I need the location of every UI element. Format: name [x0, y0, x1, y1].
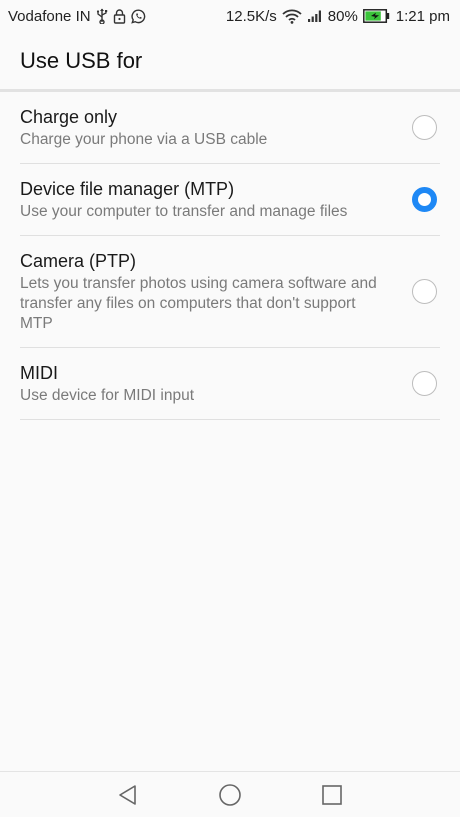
- option-title: Device file manager (MTP): [20, 179, 235, 199]
- navigation-bar: [0, 771, 460, 817]
- option-subtitle: Use your computer to transfer and manage…: [20, 203, 348, 220]
- option-camera-ptp[interactable]: Camera (PTP) Lets you transfer photos us…: [20, 236, 440, 348]
- usb-options-list: Charge only Charge your phone via a USB …: [20, 92, 440, 420]
- signal-icon: [307, 9, 323, 23]
- battery-icon: [362, 9, 390, 23]
- back-icon: [119, 784, 136, 805]
- option-subtitle: Charge your phone via a USB cable: [20, 131, 268, 148]
- option-title: Camera (PTP): [20, 251, 137, 271]
- battery-percent: 80%: [327, 7, 358, 25]
- page-title: Use USB for: [20, 48, 143, 73]
- whatsapp-icon: [130, 8, 146, 24]
- radio-button-midi[interactable]: [412, 371, 437, 396]
- option-title: MIDI: [20, 363, 58, 383]
- clock: 1:21 pm: [395, 7, 450, 25]
- usb-icon: [96, 8, 108, 24]
- recents-icon: [322, 784, 342, 805]
- option-subtitle: Use device for MIDI input: [20, 387, 195, 404]
- wifi-icon: [282, 9, 302, 24]
- home-button[interactable]: [205, 773, 255, 817]
- carrier-name: Vodafone IN: [8, 7, 91, 25]
- home-icon: [219, 783, 241, 806]
- radio-button-charge-only[interactable]: [412, 115, 437, 140]
- lock-icon: [113, 8, 126, 24]
- radio-button-device-file-manager[interactable]: [412, 187, 437, 212]
- option-midi[interactable]: MIDI Use device for MIDI input: [20, 348, 440, 420]
- radio-button-camera-ptp[interactable]: [412, 279, 437, 304]
- status-bar: Vodafone IN 12.5K/s 80% 1:21 pm: [0, 0, 460, 32]
- network-speed: 12.5K/s: [225, 7, 277, 25]
- option-subtitle: Lets you transfer photos using camera so…: [20, 275, 377, 332]
- screen: Vodafone IN 12.5K/s 80% 1:21 pm Use USB …: [0, 0, 460, 817]
- option-title: Charge only: [20, 107, 118, 127]
- option-device-file-manager[interactable]: Device file manager (MTP) Use your compu…: [20, 164, 440, 236]
- back-button[interactable]: [103, 773, 153, 817]
- option-charge-only[interactable]: Charge only Charge your phone via a USB …: [20, 92, 440, 164]
- recents-button[interactable]: [307, 773, 357, 817]
- header: Use USB for: [0, 32, 460, 90]
